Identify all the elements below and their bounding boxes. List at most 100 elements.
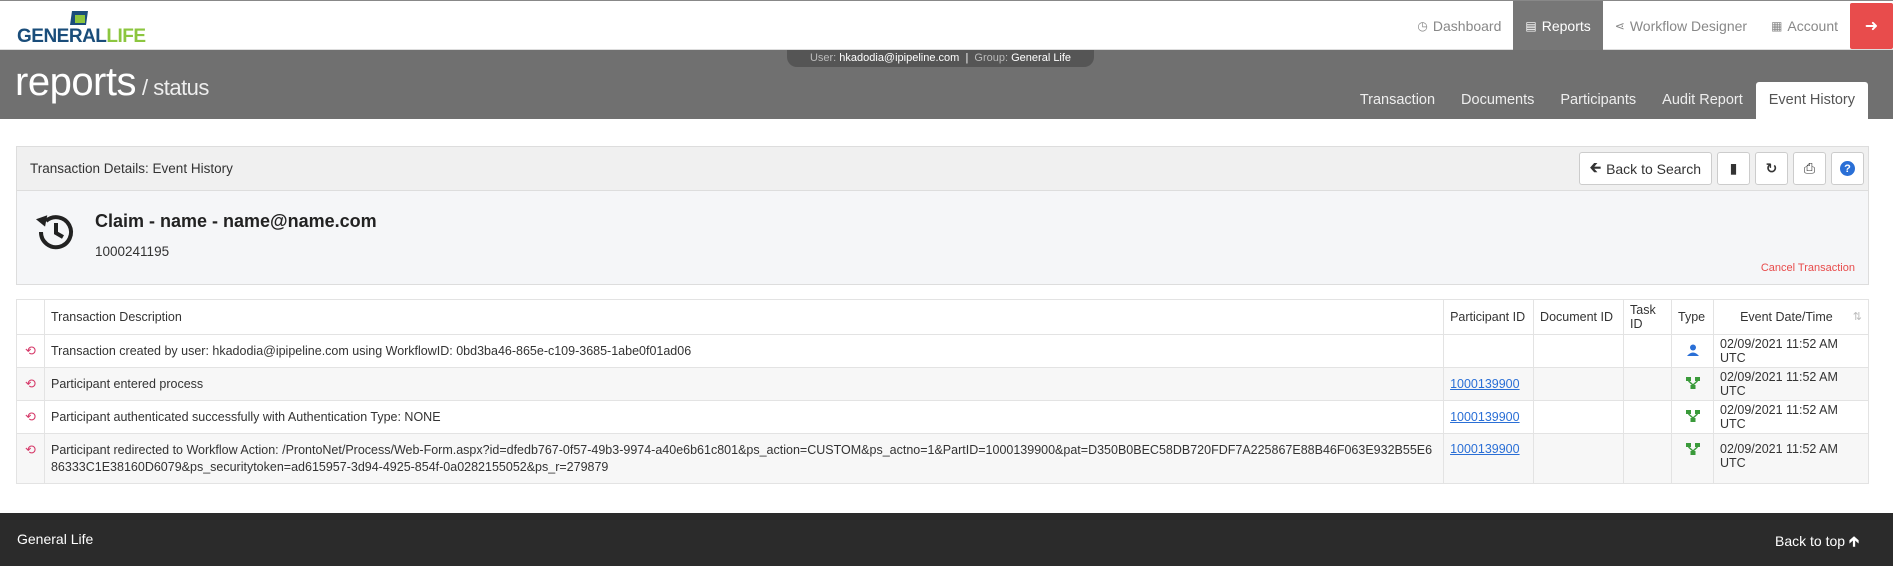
nav-account[interactable]: ▦ Account [1759, 1, 1850, 50]
logo-text: GENERALLIFE [17, 26, 146, 47]
table-row: ⟲ Participant authenticated successfully… [16, 400, 1869, 434]
claim-id: 1000241195 [95, 244, 170, 259]
back-to-top-link[interactable]: Back to top 🡱 [1775, 531, 1859, 555]
page-title-text: reports [15, 60, 137, 104]
arrow-left-icon: 🡰 [1589, 158, 1602, 175]
event-history-table: Transaction Description Participant ID D… [16, 299, 1869, 484]
account-icon: ▦ [1771, 18, 1783, 33]
nav-reports-label: Reports [1541, 17, 1591, 34]
header-description[interactable]: Transaction Description [43, 299, 1445, 335]
main-nav: ◷ Dashboard ▤ Reports ⋖ Workflow Designe… [1405, 1, 1893, 50]
table-row: ⟲ Transaction created by user: hkadodia@… [16, 334, 1869, 368]
row-participant-id: 1000139900 [1443, 367, 1535, 401]
tab-documents[interactable]: Documents [1448, 82, 1547, 119]
sort-icon[interactable]: ⇅ [1853, 310, 1862, 323]
row-participant-id: 1000139900 [1443, 433, 1535, 484]
group-label: Group: [974, 52, 1009, 64]
nav-account-label: Account [1787, 17, 1838, 34]
back-to-search-label: Back to Search [1606, 160, 1701, 177]
user-bar-separator: | [965, 52, 969, 64]
cancel-transaction-link[interactable]: Cancel Transaction [1761, 262, 1855, 274]
nav-dashboard-label: Dashboard [1432, 17, 1502, 34]
row-task-id [1623, 334, 1673, 368]
group-name: General Life [1011, 52, 1072, 64]
row-type [1671, 400, 1714, 434]
document-icon: ▮ [1729, 160, 1738, 176]
user-email: hkadodia@ipipeline.com [839, 52, 960, 64]
row-task-id [1623, 367, 1673, 401]
user-icon [1686, 344, 1699, 356]
logout-button[interactable]: ➜ [1850, 3, 1893, 49]
chart-icon: ▤ [1525, 18, 1537, 33]
row-description: Participant entered process [43, 367, 1445, 401]
workflow-icon [1685, 443, 1700, 455]
page-header: User: hkadodia@ipipeline.com | Group: Ge… [0, 50, 1893, 119]
row-history-icon: ⟲ [16, 334, 45, 368]
dashboard-icon: ◷ [1417, 18, 1428, 33]
row-type [1671, 367, 1714, 401]
nav-dashboard[interactable]: ◷ Dashboard [1405, 1, 1513, 50]
document-button[interactable]: ▮ [1717, 152, 1750, 185]
row-document-id [1533, 433, 1625, 484]
logo-mark-accent [75, 15, 85, 23]
nav-workflow-designer[interactable]: ⋖ Workflow Designer [1603, 1, 1759, 50]
row-document-id [1533, 400, 1625, 434]
row-event-date: 02/09/2021 11:52 AM UTC [1713, 433, 1869, 484]
back-to-search-button[interactable]: 🡰 Back to Search [1578, 152, 1712, 185]
row-description: Transaction created by user: hkadodia@ip… [43, 334, 1445, 368]
tab-audit-report[interactable]: Audit Report [1649, 82, 1756, 119]
workflow-icon: ⋖ [1614, 18, 1625, 33]
back-to-top-label: Back to top [1775, 533, 1846, 549]
row-participant-id: 1000139900 [1443, 400, 1535, 434]
nav-reports[interactable]: ▤ Reports [1513, 1, 1603, 50]
header-participant-id[interactable]: Participant ID [1443, 299, 1535, 335]
row-history-icon: ⟲ [16, 400, 45, 434]
participant-id-link[interactable]: 1000139900 [1450, 377, 1520, 391]
header-event-date-label: Event Date/Time [1740, 310, 1833, 324]
header-task-id[interactable]: Task ID [1623, 299, 1673, 335]
row-event-date: 02/09/2021 11:52 AM UTC [1713, 334, 1869, 368]
row-type [1671, 433, 1714, 484]
tab-participants[interactable]: Participants [1547, 82, 1649, 119]
header-icon-col [16, 299, 45, 335]
tab-transaction[interactable]: Transaction [1347, 82, 1448, 119]
refresh-button[interactable]: ↻ [1755, 152, 1788, 185]
logout-icon: ➜ [1864, 18, 1879, 35]
footer-brand: General Life [17, 531, 94, 547]
workflow-icon [1685, 409, 1700, 422]
header-event-date[interactable]: Event Date/Time ⇅ [1713, 299, 1869, 335]
tab-event-history[interactable]: Event History [1755, 82, 1868, 119]
transaction-details-panel: Transaction Details: Event History 🡰 Bac… [16, 146, 1869, 285]
row-event-date: 02/09/2021 11:52 AM UTC [1713, 400, 1869, 434]
row-document-id [1533, 367, 1625, 401]
print-icon: ⎙ [1803, 160, 1816, 176]
panel-body: Claim - name - name@name.com 1000241195 … [17, 191, 1868, 285]
user-info-bar: User: hkadodia@ipipeline.com | Group: Ge… [787, 50, 1094, 67]
table-header-row: Transaction Description Participant ID D… [16, 299, 1869, 335]
row-event-date: 02/09/2021 11:52 AM UTC [1713, 367, 1869, 401]
panel-heading: Transaction Details: Event History [30, 161, 233, 176]
general-life-logo[interactable]: GENERALLIFE [17, 11, 146, 47]
header-type[interactable]: Type [1671, 299, 1714, 335]
row-task-id [1623, 433, 1673, 484]
row-type [1671, 334, 1714, 368]
nav-workflow-designer-label: Workflow Designer [1629, 17, 1748, 34]
participant-id-link[interactable]: 1000139900 [1450, 442, 1520, 456]
header-document-id[interactable]: Document ID [1533, 299, 1625, 335]
participant-id-link[interactable]: 1000139900 [1450, 410, 1520, 424]
page-footer: General Life Back to top 🡱 [0, 513, 1893, 566]
user-label: User: [809, 52, 837, 64]
print-button[interactable]: ⎙ [1793, 152, 1826, 185]
page-subtitle: / status [142, 75, 209, 100]
row-history-icon: ⟲ [16, 433, 45, 484]
top-navbar: GENERALLIFE ◷ Dashboard ▤ Reports ⋖ Work… [0, 0, 1893, 50]
row-description: Participant authenticated successfully w… [43, 400, 1445, 434]
row-history-icon: ⟲ [16, 367, 45, 401]
report-tabs: Transaction Documents Participants Audit… [1347, 82, 1868, 119]
workflow-icon [1685, 376, 1700, 389]
claim-title: Claim - name - name@name.com [95, 211, 377, 231]
help-button[interactable]: ? [1831, 152, 1864, 185]
arrow-up-icon: 🡱 [1848, 533, 1859, 549]
table-row: ⟲ Participant redirected to Workflow Act… [16, 433, 1869, 484]
row-document-id [1533, 334, 1625, 368]
